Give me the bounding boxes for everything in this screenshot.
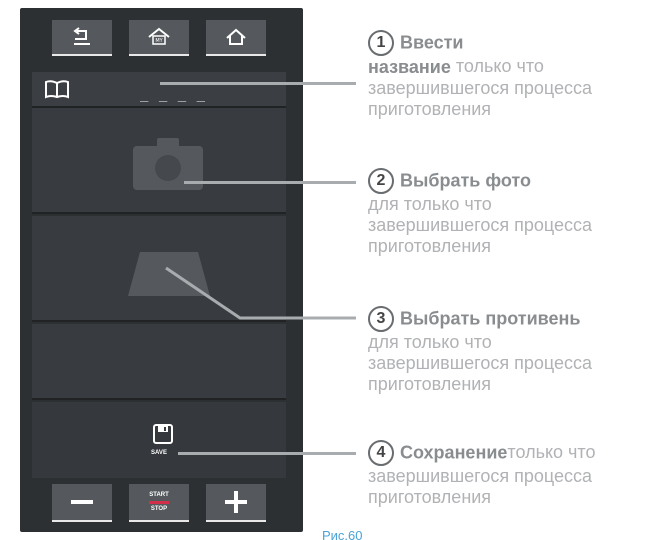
- figure-caption: Рис.60: [322, 528, 363, 540]
- annotation-desc-line: для только что: [368, 194, 492, 214]
- annotation-2: 2 Выбрать фото для только что завершившег…: [368, 168, 668, 257]
- annotation-1: 1 Ввести название только что завершившего…: [368, 30, 668, 120]
- annotation-desc-line: приготовления: [368, 98, 492, 119]
- leader-line-4: [178, 452, 356, 455]
- annotation-desc-line: приготовления: [368, 236, 492, 256]
- annotation-desc-line: завершившегося процесса: [368, 215, 592, 235]
- annotation-number: 1: [368, 30, 394, 56]
- annotation-desc-line: для только что: [368, 332, 492, 352]
- annotation-title-cont: название: [368, 56, 451, 77]
- annotation-number: 2: [368, 168, 394, 194]
- annotation-title: Выбрать фото: [400, 170, 532, 191]
- annotation-title: Сохранение: [400, 442, 508, 463]
- annotation-number: 4: [368, 440, 394, 466]
- annotation-desc-line: завершившегося процесса: [368, 466, 592, 486]
- annotation-desc-inline: только что: [507, 441, 596, 462]
- annotation-title: Выбрать противень: [400, 308, 581, 329]
- annotation-desc-line: приготовления: [368, 487, 492, 507]
- annotation-number: 3: [368, 306, 394, 332]
- annotation-desc-inline: только что: [450, 56, 544, 76]
- annotation-desc-line: завершившегося процесса: [368, 77, 592, 98]
- annotation-desc-line: название только что: [368, 56, 668, 78]
- annotation-title: Ввести: [400, 32, 464, 53]
- annotation-desc-line: завершившегося процесса: [368, 353, 592, 373]
- annotation-desc-line: приготовления: [368, 374, 492, 394]
- annotation-3: 3 Выбрать противень для только что заверш…: [368, 306, 668, 395]
- annotation-4: 4 Сохранениетолько что завершившегося про…: [368, 440, 668, 508]
